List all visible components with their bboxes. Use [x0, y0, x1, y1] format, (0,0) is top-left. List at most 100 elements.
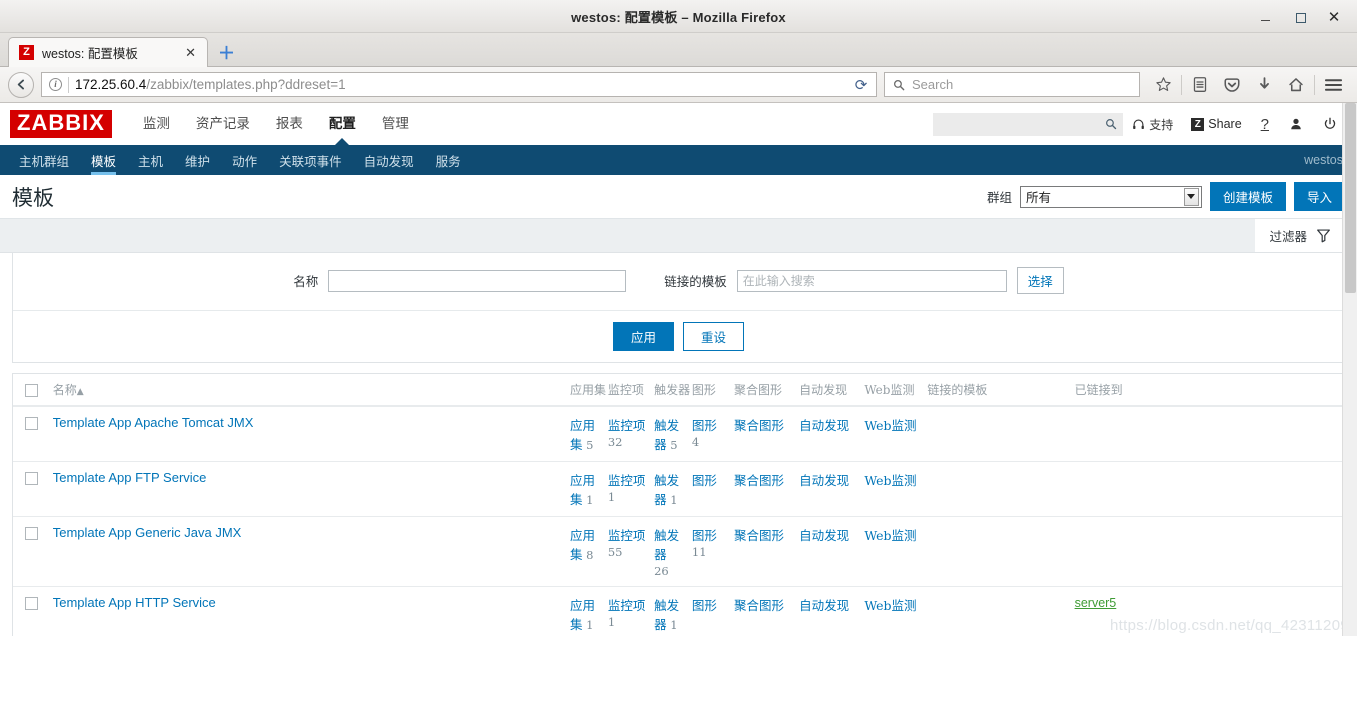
- close-tab-icon[interactable]: ✕: [182, 45, 199, 61]
- select-template-button[interactable]: 选择: [1016, 267, 1064, 294]
- linked-to-cell: [1070, 406, 1344, 462]
- items-cell-link[interactable]: 监控项: [608, 598, 646, 613]
- filter-linked-template-input[interactable]: 在此输入搜索: [736, 269, 1007, 292]
- screens-cell-link[interactable]: 聚合图形: [734, 528, 784, 543]
- chevron-down-icon[interactable]: [1183, 187, 1199, 206]
- help-icon[interactable]: ?: [1251, 116, 1279, 133]
- graphs-cell-link[interactable]: 图形: [692, 418, 717, 433]
- column-header-applications[interactable]: 应用集: [565, 374, 606, 407]
- subnav-item-services[interactable]: 服务: [425, 145, 472, 175]
- home-icon[interactable]: [1280, 71, 1312, 99]
- template-name-link[interactable]: Template App FTP Service: [53, 470, 207, 485]
- reset-filter-button[interactable]: 重设: [683, 322, 745, 351]
- search-icon: [894, 79, 905, 90]
- back-button-icon[interactable]: [8, 71, 34, 98]
- create-template-button[interactable]: 创建模板: [1209, 182, 1286, 211]
- bookmark-star-icon[interactable]: [1147, 71, 1179, 99]
- items-cell: 监控项 55: [603, 516, 651, 587]
- hamburger-menu-icon[interactable]: [1317, 71, 1349, 99]
- global-search-input[interactable]: [933, 112, 1124, 136]
- items-cell-link[interactable]: 监控项: [608, 473, 646, 488]
- table-row: Template App HTTP Service 应用集 1 监控项 1 触发器 1…: [13, 586, 1344, 636]
- graphs-cell-link[interactable]: 图形: [692, 598, 717, 613]
- row-checkbox[interactable]: [25, 417, 38, 430]
- subnav-item-correlation[interactable]: 关联项事件: [268, 145, 353, 175]
- applications-cell-count: 1: [582, 618, 594, 632]
- column-header-web[interactable]: Web监测: [860, 374, 924, 407]
- page-scrollbar[interactable]: [1342, 103, 1357, 636]
- share-link[interactable]: Z Share: [1182, 117, 1250, 131]
- templates-list: 名称▲ 应用集 监控项 触发器 图形 聚合图形 自动发现 Web监测 链接的模板…: [12, 373, 1345, 636]
- graphs-cell-link[interactable]: 图形: [692, 528, 717, 543]
- select-all-checkbox[interactable]: [25, 383, 38, 397]
- filter-fields: 名称 链接的模板 在此输入搜索 选择: [13, 267, 1344, 310]
- group-select[interactable]: 所有: [1019, 185, 1202, 208]
- row-checkbox[interactable]: [25, 527, 38, 540]
- user-profile-icon[interactable]: [1279, 117, 1313, 131]
- template-name-link[interactable]: Template App Apache Tomcat JMX: [53, 415, 254, 430]
- column-header-triggers[interactable]: 触发器: [650, 374, 690, 407]
- pocket-icon[interactable]: [1216, 71, 1248, 99]
- nav-item-configuration[interactable]: 配置: [316, 103, 369, 145]
- site-info-icon[interactable]: i: [49, 78, 62, 91]
- nav-item-monitoring[interactable]: 监测: [130, 103, 183, 145]
- column-header-graphs[interactable]: 图形: [687, 374, 730, 407]
- new-tab-icon[interactable]: ＋: [218, 45, 235, 62]
- subnav-item-maintenance[interactable]: 维护: [174, 145, 221, 175]
- apply-filter-button[interactable]: 应用: [612, 322, 674, 351]
- nav-item-inventory[interactable]: 资产记录: [183, 103, 263, 145]
- address-bar[interactable]: i 172.25.60.4/zabbix/templates.php?ddres…: [41, 72, 877, 97]
- downloads-icon[interactable]: [1248, 71, 1280, 99]
- web-cell-link[interactable]: Web监测: [864, 598, 916, 613]
- subnav-item-templates[interactable]: 模板: [80, 145, 127, 175]
- column-header-discovery[interactable]: 自动发现: [795, 374, 861, 407]
- linked-host-link[interactable]: server5: [1075, 596, 1117, 610]
- graphs-cell-link[interactable]: 图形: [692, 473, 717, 488]
- maximize-button[interactable]: [1293, 10, 1307, 24]
- subnav-item-discovery[interactable]: 自动发现: [353, 145, 425, 175]
- template-name-link[interactable]: Template App HTTP Service: [53, 595, 216, 610]
- browser-search-box[interactable]: Search: [884, 72, 1140, 97]
- items-cell-link[interactable]: 监控项: [608, 418, 646, 433]
- linked-templates-cell: [923, 586, 1071, 636]
- nav-item-administration[interactable]: 管理: [369, 103, 422, 145]
- page-title-row: 模板 群组 所有 创建模板 导入: [0, 175, 1357, 219]
- group-filter-label: 群组: [986, 190, 1012, 205]
- row-checkbox[interactable]: [25, 597, 38, 610]
- filter-name-input[interactable]: [328, 269, 627, 292]
- items-cell-link[interactable]: 监控项: [608, 528, 646, 543]
- web-cell-link[interactable]: Web监测: [864, 528, 916, 543]
- library-icon[interactable]: [1184, 71, 1216, 99]
- nav-item-reports[interactable]: 报表: [263, 103, 316, 145]
- screens-cell-link[interactable]: 聚合图形: [734, 598, 784, 613]
- table-body: Template App Apache Tomcat JMX 应用集 5 监控项 3…: [13, 406, 1344, 636]
- subnav-item-host-groups[interactable]: 主机群组: [8, 145, 80, 175]
- close-window-button[interactable]: ✕: [1327, 9, 1341, 24]
- subnav-item-actions[interactable]: 动作: [221, 145, 268, 175]
- url-divider: [68, 76, 69, 93]
- discovery-cell-link[interactable]: 自动发现: [799, 473, 849, 488]
- template-name-link[interactable]: Template App Generic Java JMX: [53, 525, 242, 540]
- web-cell-link[interactable]: Web监测: [864, 473, 916, 488]
- subnav-item-hosts[interactable]: 主机: [127, 145, 174, 175]
- discovery-cell-link[interactable]: 自动发现: [799, 528, 849, 543]
- screens-cell-link[interactable]: 聚合图形: [734, 473, 784, 488]
- page-title: 模板: [12, 185, 54, 210]
- zabbix-logo[interactable]: ZABBIX: [10, 110, 112, 138]
- browser-tab[interactable]: Z westos: 配置模板 ✕: [8, 37, 208, 67]
- web-cell-link[interactable]: Web监测: [864, 418, 916, 433]
- row-checkbox[interactable]: [25, 472, 38, 485]
- discovery-cell-link[interactable]: 自动发现: [799, 598, 849, 613]
- column-header-screens[interactable]: 聚合图形: [729, 374, 796, 407]
- screens-cell-link[interactable]: 聚合图形: [734, 418, 784, 433]
- column-header-name[interactable]: 名称▲: [48, 374, 566, 407]
- reload-icon[interactable]: ⟳: [850, 76, 872, 94]
- import-button[interactable]: 导入: [1293, 182, 1345, 211]
- scrollbar-thumb[interactable]: [1345, 103, 1356, 293]
- triggers-cell-link[interactable]: 触发器: [654, 528, 679, 562]
- filter-tab[interactable]: 过滤器: [1255, 219, 1345, 252]
- column-header-items[interactable]: 监控项: [603, 374, 651, 407]
- discovery-cell-link[interactable]: 自动发现: [799, 418, 849, 433]
- support-link[interactable]: 支持: [1123, 116, 1182, 133]
- minimize-button[interactable]: [1259, 10, 1273, 24]
